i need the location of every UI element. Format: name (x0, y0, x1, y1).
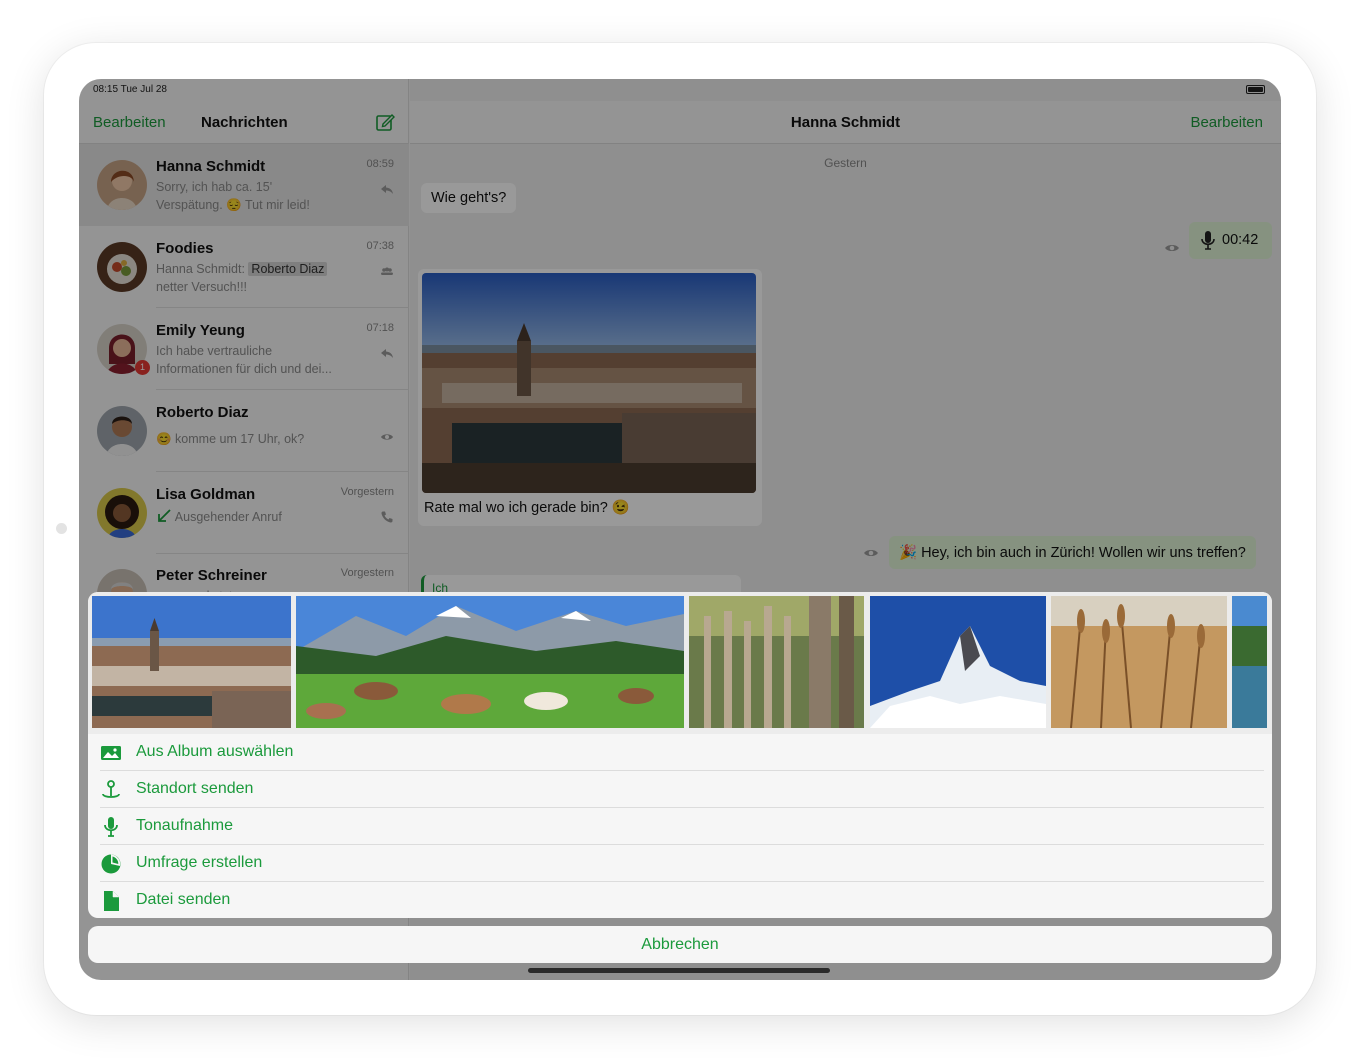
action-choose-from-album[interactable]: Aus Album auswählen (88, 734, 1272, 771)
photo-thumbnail-matterhorn[interactable] (870, 596, 1046, 728)
cancel-button[interactable]: Abbrechen (88, 926, 1272, 963)
location-pin-icon (102, 780, 120, 798)
photo-thumbnail-alpine-meadow[interactable] (296, 596, 684, 728)
action-voice-recording[interactable]: Tonaufnahme (88, 808, 1272, 845)
action-label: Datei senden (136, 891, 231, 908)
action-send-location[interactable]: Standort senden (88, 771, 1272, 808)
photo-album-icon (101, 746, 121, 760)
home-indicator[interactable] (528, 968, 830, 973)
device-camera-dot (56, 523, 67, 534)
action-label: Aus Album auswählen (136, 743, 294, 760)
action-send-file[interactable]: Datei senden (88, 882, 1272, 918)
photo-thumbnail-wheat-field[interactable] (1051, 596, 1227, 728)
photo-thumbnail-lake-shore[interactable] (1232, 596, 1267, 728)
microphone-icon (104, 817, 118, 837)
attachment-action-sheet: Aus Album auswählen Standort senden Tona… (88, 592, 1272, 918)
file-icon (104, 891, 119, 911)
photo-thumbnail-wooden-fence[interactable] (689, 596, 864, 728)
photo-thumbnail-zurich[interactable] (92, 596, 291, 728)
recent-photos-strip[interactable] (88, 592, 1272, 734)
action-create-poll[interactable]: Umfrage erstellen (88, 845, 1272, 882)
action-label: Tonaufnahme (136, 817, 233, 834)
action-label: Standort senden (136, 780, 254, 797)
ipad-screen: Bearbeiten Nachrichten Hanna Schmidt 08:… (79, 79, 1281, 980)
action-label: Umfrage erstellen (136, 854, 263, 871)
poll-pie-icon (101, 854, 121, 874)
